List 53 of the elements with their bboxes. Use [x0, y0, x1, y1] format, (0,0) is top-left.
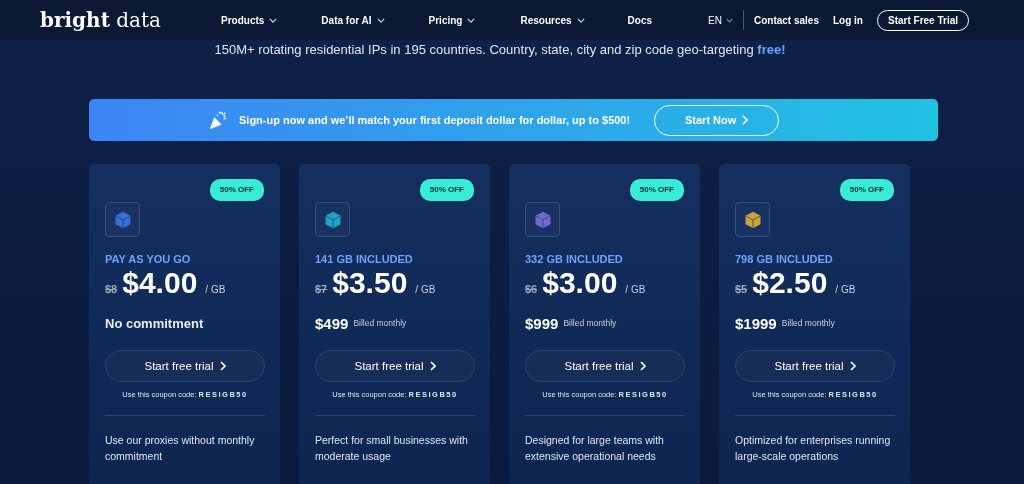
chevron-right-icon — [639, 361, 646, 371]
price: $3.00 — [542, 266, 618, 300]
chevron-right-icon — [742, 115, 749, 125]
plan-title: PAY AS YOU GO — [105, 253, 192, 265]
login-link[interactable]: Log in — [832, 14, 863, 26]
logo[interactable]: bright data — [40, 8, 200, 32]
discount-badge: 50% OFF — [419, 179, 474, 201]
monthly-amount: $1999 — [735, 314, 777, 332]
price-unit: / GB — [835, 284, 856, 295]
plan-title: 141 GB INCLUDED — [315, 253, 414, 265]
plan-description: Optimized for enterprises running large-scale operations — [735, 433, 892, 464]
nav-menu-item[interactable]: Resources — [520, 14, 585, 26]
old-price: $5 — [735, 283, 748, 295]
plan-description: Perfect for small businesses with moderate usage — [315, 433, 469, 464]
price-unit: / GB — [415, 284, 436, 295]
old-price: $6 — [525, 283, 538, 295]
price: $3.50 — [332, 266, 408, 300]
price: $4.00 — [122, 266, 198, 300]
price: $2.50 — [752, 266, 828, 300]
language-selector[interactable]: EN — [708, 14, 733, 26]
discount-badge: 50% OFF — [629, 179, 684, 201]
monthly-amount: $999 — [525, 314, 559, 332]
start-free-trial-button[interactable]: Start free trial — [525, 350, 685, 382]
chevron-right-icon — [849, 361, 856, 371]
old-price: $7 — [315, 283, 328, 295]
plan-description: Use our proxies without monthly commitment — [105, 433, 256, 464]
party-popper-icon — [207, 109, 229, 131]
chevron-right-icon — [429, 361, 436, 371]
subtitle: 150M+ rotating residential IPs in 195 countries. Country, state, city and zip code geo-targeting free! — [213, 41, 787, 57]
nav-menu-item[interactable]: Docs — [627, 14, 653, 26]
discount-badge: 50% OFF — [839, 179, 894, 201]
monthly-amount: $499 — [315, 314, 349, 332]
nav-menu-item[interactable]: Products — [221, 14, 278, 26]
nav-menu-item[interactable]: Data for AI — [321, 14, 385, 26]
price-unit: / GB — [625, 284, 646, 295]
chevron-right-icon — [219, 361, 226, 371]
plan-title: 798 GB INCLUDED — [735, 253, 834, 265]
start-free-trial-button[interactable]: Start free trial — [735, 350, 895, 382]
plan-title: 332 GB INCLUDED — [525, 253, 624, 265]
billing-note: Billed monthly — [781, 318, 835, 328]
billing-note: Billed monthly — [353, 318, 407, 328]
start-free-trial-button[interactable]: Start free trial — [105, 350, 265, 382]
plan-description: Designed for large teams with extensive operational needs — [525, 433, 665, 464]
nav-menu-item[interactable]: Pricing — [428, 14, 476, 26]
chevron-down-icon — [725, 17, 733, 23]
price-unit: / GB — [205, 284, 226, 295]
promo-text: Sign-up now and we’ll match your first deposit dollar for dollar, up to $500! — [239, 114, 631, 126]
contact-sales-link[interactable]: Contact sales — [753, 14, 819, 26]
discount-badge: 50% OFF — [209, 179, 264, 201]
billing-note: Billed monthly — [563, 318, 617, 328]
start-free-trial-button[interactable]: Start free trial — [315, 350, 475, 382]
commitment-text: No commitment — [105, 315, 204, 331]
old-price: $8 — [105, 283, 118, 295]
